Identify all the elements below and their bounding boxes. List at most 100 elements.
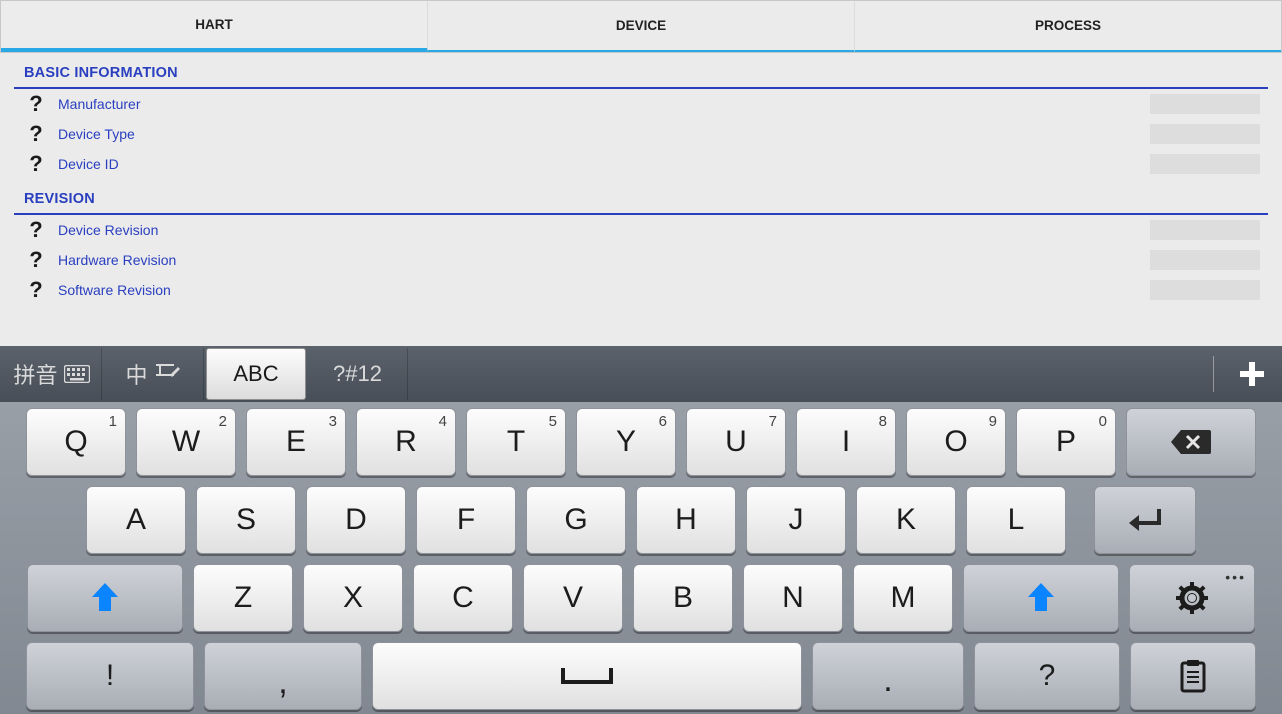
more-dots-icon: ••• [1225,569,1246,585]
key-d[interactable]: D [306,486,406,554]
field-label: Device Revision [58,222,158,238]
field-row-device-type[interactable]: ? Device Type [14,119,1268,149]
key-k[interactable]: K [856,486,956,554]
key-j[interactable]: J [746,486,846,554]
tab-hart[interactable]: HART [1,1,428,52]
key-a[interactable]: A [86,486,186,554]
key-w[interactable]: W2 [136,408,236,476]
key-label: , [278,663,287,702]
mode-label: ?#12 [333,361,382,387]
key-enter[interactable] [1094,486,1196,554]
field-label: Device Type [58,126,135,142]
enter-icon [1127,505,1163,535]
mode-label: 拼音 [13,358,57,390]
key-settings[interactable]: ••• [1129,564,1255,632]
field-label: Software Revision [58,282,171,298]
key-label: . [883,661,892,700]
key-label: P [1056,425,1076,459]
question-icon: ? [14,151,58,177]
key-m[interactable]: M [853,564,953,632]
field-row-hardware-revision[interactable]: ? Hardware Revision [14,245,1268,275]
key-label: B [673,581,693,615]
field-row-device-revision[interactable]: ? Device Revision [14,215,1268,245]
key-label: X [343,581,363,615]
key-o[interactable]: O9 [906,408,1006,476]
question-icon: ? [14,217,58,243]
key-n[interactable]: N [743,564,843,632]
field-row-manufacturer[interactable]: ? Manufacturer [14,89,1268,119]
key-u[interactable]: U7 [686,408,786,476]
key-h[interactable]: H [636,486,736,554]
key-label: K [896,503,916,537]
mode-pinyin[interactable]: 拼音 [2,348,102,400]
mode-abc[interactable]: ABC [206,348,306,400]
key-label: S [236,503,256,537]
mode-symbols[interactable]: ?#12 [308,348,408,400]
question-icon: ? [14,91,58,117]
key-q[interactable]: Q1 [26,408,126,476]
key-p[interactable]: P0 [1016,408,1116,476]
content-panel: BASIC INFORMATION ? Manufacturer ? Devic… [0,53,1282,346]
tab-bar: HART DEVICE PROCESS [0,0,1282,53]
tab-device[interactable]: DEVICE [428,1,855,52]
field-value-slot [1150,154,1260,174]
key-f[interactable]: F [416,486,516,554]
plus-icon [1237,359,1267,389]
tab-process[interactable]: PROCESS [855,1,1281,52]
key-sup: 5 [549,413,557,430]
key-sup: 4 [439,413,447,430]
key-shift-left[interactable] [27,564,183,632]
field-row-software-revision[interactable]: ? Software Revision [14,275,1268,305]
key-label: ? [1039,659,1056,693]
key-question[interactable]: ? [974,642,1120,710]
key-label: V [563,581,583,615]
field-value-slot [1150,94,1260,114]
key-backspace[interactable] [1126,408,1256,476]
key-r[interactable]: R4 [356,408,456,476]
key-sup: 9 [989,413,997,430]
keyboard-rows: Q1 W2 E3 R4 T5 Y6 U7 I8 O9 P0 A S D F G … [0,402,1282,710]
key-y[interactable]: Y6 [576,408,676,476]
question-icon: ? [14,277,58,303]
key-label: U [725,425,747,459]
field-row-device-id[interactable]: ? Device ID [14,149,1268,179]
keyboard-mode-bar: 拼音 中 ABC ?#12 [0,346,1282,402]
key-v[interactable]: V [523,564,623,632]
key-label: F [457,503,475,537]
key-clipboard[interactable] [1130,642,1256,710]
mode-handwriting[interactable]: 中 [104,348,204,400]
key-x[interactable]: X [303,564,403,632]
key-label: Z [234,581,252,615]
key-comma[interactable]: , [204,642,362,710]
key-i[interactable]: I8 [796,408,896,476]
key-c[interactable]: C [413,564,513,632]
key-shift-right[interactable] [963,564,1119,632]
backspace-icon [1169,428,1213,456]
key-g[interactable]: G [526,486,626,554]
key-z[interactable]: Z [193,564,293,632]
key-l[interactable]: L [966,486,1066,554]
field-label: Device ID [58,156,119,172]
mode-label: ABC [233,361,278,387]
key-label: D [345,503,367,537]
key-s[interactable]: S [196,486,296,554]
key-label: N [782,581,804,615]
field-label: Manufacturer [58,96,140,112]
shift-icon [90,581,120,615]
key-sup: 0 [1099,413,1107,430]
key-space[interactable] [372,642,802,710]
key-period[interactable]: . [812,642,964,710]
key-label: C [452,581,474,615]
field-value-slot [1150,124,1260,144]
key-t[interactable]: T5 [466,408,566,476]
key-b[interactable]: B [633,564,733,632]
key-label: T [507,425,525,459]
key-label: R [395,425,417,459]
keyboard-row-2: A S D F G H J K L [8,486,1274,554]
add-button[interactable] [1224,348,1280,400]
key-exclamation[interactable]: ! [26,642,194,710]
divider [1213,356,1214,392]
key-label: W [172,425,200,459]
field-label: Hardware Revision [58,252,176,268]
key-e[interactable]: E3 [246,408,346,476]
